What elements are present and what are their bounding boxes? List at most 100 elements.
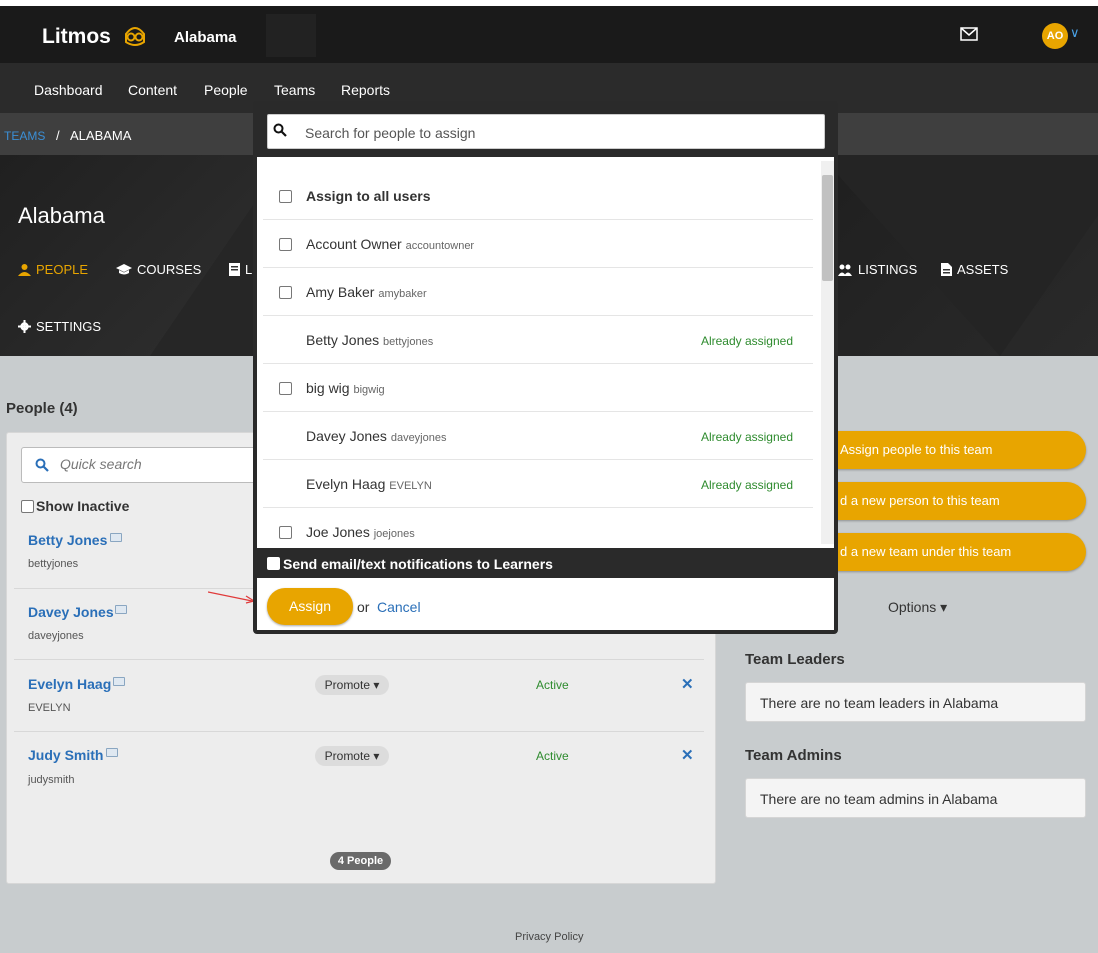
id-card-icon <box>113 677 125 686</box>
tab-listings-label: LISTINGS <box>858 262 918 277</box>
user-entry: Davey Jones daveyjones <box>306 428 446 444</box>
user-name: Amy Baker <box>306 284 375 300</box>
tab-learning-paths[interactable]: LI <box>229 262 256 277</box>
top-bar <box>0 6 1098 63</box>
user-username: daveyjones <box>390 432 447 444</box>
litmos-owl-logo-icon <box>125 27 145 46</box>
already-assigned-badge: Already assigned <box>700 478 793 492</box>
tab-listings[interactable]: LISTINGS <box>838 262 917 277</box>
book-icon <box>229 263 240 276</box>
user-entry: Betty Jones bettyjones <box>306 332 433 348</box>
gear-icon <box>18 320 31 333</box>
tab-people-label: PEOPLE <box>36 262 89 277</box>
tab-settings-label: SETTINGS <box>36 319 102 334</box>
already-assigned-badge: Already assigned <box>700 430 793 444</box>
list-item[interactable]: Account Owner accountowner <box>263 220 813 268</box>
or-text: or <box>357 599 370 615</box>
tab-courses-label: COURSES <box>137 262 202 277</box>
user-name: Evelyn Haag <box>306 476 386 492</box>
nav-item-teams[interactable]: Teams <box>274 82 315 98</box>
user-entry: Amy Baker amybaker <box>306 284 427 300</box>
options-dropdown[interactable]: Options ▾ <box>888 599 947 616</box>
person-icon <box>18 264 31 276</box>
show-inactive-label: Show Inactive <box>36 498 130 514</box>
person-name-davey-jones[interactable]: Davey Jones <box>28 604 114 620</box>
status-active: Active <box>536 678 569 692</box>
id-card-icon <box>106 748 118 757</box>
promote-dropdown[interactable]: Promote ▾ <box>315 675 389 695</box>
current-team-name: Alabama <box>174 29 237 46</box>
list-item[interactable]: big wig bigwig <box>263 364 813 412</box>
user-avatar[interactable]: AO <box>1042 23 1068 49</box>
user-checkbox[interactable] <box>279 238 292 251</box>
quick-search-placeholder: Quick search <box>60 456 142 472</box>
person-username: bettyjones <box>28 558 79 570</box>
people-section-title: People (4) <box>6 400 78 417</box>
add-team-button[interactable]: d a new team under this team <box>836 533 1086 571</box>
assign-all-checkbox[interactable] <box>279 190 292 203</box>
notify-checkbox[interactable] <box>267 557 280 570</box>
user-name: Betty Jones <box>306 332 380 348</box>
nav-item-content[interactable]: Content <box>128 82 177 98</box>
user-username: amybaker <box>378 288 427 300</box>
notify-label: Send email/text notifications to Learner… <box>283 556 553 572</box>
team-leaders-title: Team Leaders <box>745 651 845 668</box>
person-name-judy-smith[interactable]: Judy Smith <box>28 747 103 763</box>
remove-person-icon[interactable]: ✕ <box>681 746 694 764</box>
tab-people[interactable]: PEOPLE <box>18 262 88 277</box>
team-admins-title: Team Admins <box>745 747 842 764</box>
cancel-link[interactable]: Cancel <box>377 599 421 615</box>
assign-people-modal: Search for people to assign Assign to al… <box>253 101 838 634</box>
chevron-down-icon[interactable]: ∨ <box>1070 25 1080 41</box>
file-icon <box>941 263 952 276</box>
user-username: EVELYN <box>389 480 432 492</box>
remove-person-icon[interactable]: ✕ <box>681 675 694 693</box>
list-item[interactable]: Joe Jones joejones <box>263 508 813 548</box>
tab-settings[interactable]: SETTINGS <box>18 319 101 334</box>
user-checkbox[interactable] <box>279 286 292 299</box>
graduation-cap-icon <box>116 263 132 274</box>
user-entry: Evelyn Haag EVELYN <box>306 476 432 492</box>
person-name-betty-jones[interactable]: Betty Jones <box>28 532 107 548</box>
user-entry: Account Owner accountowner <box>306 236 474 252</box>
assign-button[interactable]: Assign <box>267 588 353 625</box>
app-logo-text[interactable]: Litmos <box>42 25 111 49</box>
tab-assets[interactable]: ASSETS <box>941 262 1008 277</box>
modal-search-placeholder: Search for people to assign <box>305 125 476 141</box>
person-username: daveyjones <box>28 630 84 642</box>
id-card-icon <box>115 605 127 614</box>
promote-dropdown[interactable]: Promote ▾ <box>315 746 389 766</box>
privacy-policy-link[interactable]: Privacy Policy <box>515 931 583 943</box>
user-entry: big wig bigwig <box>306 380 385 396</box>
breadcrumb-current: ALABAMA <box>70 128 132 143</box>
person-username: judysmith <box>28 774 75 786</box>
nav-item-dashboard[interactable]: Dashboard <box>34 82 103 98</box>
assign-people-button[interactable]: Assign people to this team <box>836 431 1086 469</box>
modal-scrollbar-thumb[interactable] <box>822 175 833 281</box>
list-item[interactable]: Amy Baker amybaker <box>263 268 813 316</box>
annotation-arrow <box>208 591 256 604</box>
user-name: Account Owner <box>306 236 402 252</box>
add-person-button[interactable]: d a new person to this team <box>836 482 1086 520</box>
list-item-assign-all[interactable]: Assign to all users <box>263 172 813 220</box>
tab-courses[interactable]: COURSES <box>116 262 201 277</box>
search-icon <box>35 458 49 472</box>
people-count-badge: 4 People <box>330 852 391 870</box>
list-item: Evelyn Haag EVELYN Already assigned <box>263 460 813 508</box>
id-card-icon <box>110 533 122 542</box>
user-entry: Joe Jones joejones <box>306 524 415 540</box>
mail-icon[interactable] <box>960 26 978 42</box>
person-name-evelyn-haag[interactable]: Evelyn Haag <box>28 676 111 692</box>
team-title: Alabama <box>18 203 105 228</box>
breadcrumb-teams-link[interactable]: TEAMS <box>4 129 45 143</box>
users-icon <box>838 264 852 276</box>
nav-item-reports[interactable]: Reports <box>341 82 390 98</box>
assign-all-label: Assign to all users <box>306 188 431 204</box>
nav-item-people[interactable]: People <box>204 82 248 98</box>
user-checkbox[interactable] <box>279 382 292 395</box>
user-list: Assign to all users Account Owner accoun… <box>257 157 834 548</box>
already-assigned-badge: Already assigned <box>700 334 793 348</box>
show-inactive-checkbox[interactable] <box>21 500 34 513</box>
user-checkbox[interactable] <box>279 526 292 539</box>
team-leaders-empty: There are no team leaders in Alabama <box>745 682 1086 722</box>
